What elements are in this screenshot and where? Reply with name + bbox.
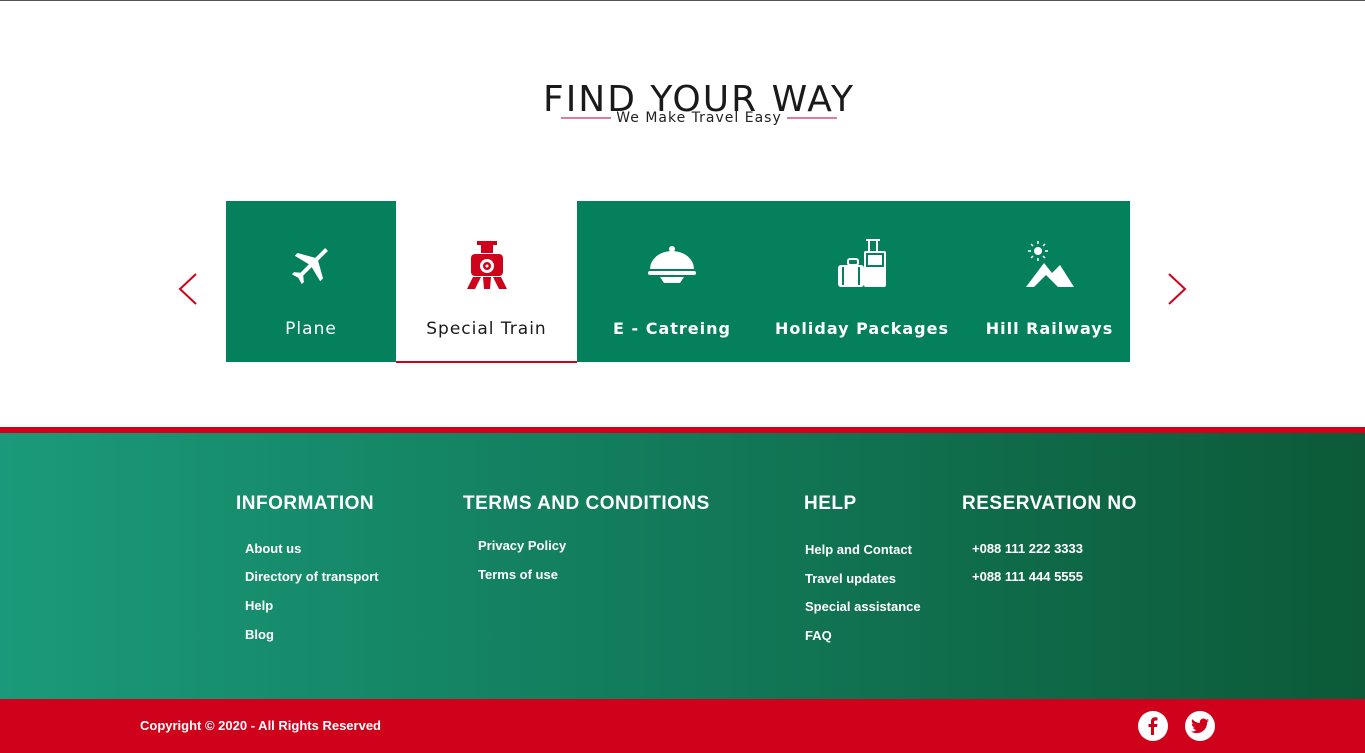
- page-subtitle: We Make Travel Easy: [616, 110, 782, 126]
- subtitle-row: We Make Travel Easy: [561, 108, 837, 128]
- footer-link-faq[interactable]: FAQ: [805, 628, 832, 643]
- food-cloche-icon: [648, 246, 696, 283]
- footer-heading: RESERVATION NO: [962, 493, 1137, 514]
- footer-heading: HELP: [804, 493, 857, 514]
- top-border: [0, 0, 1365, 1]
- footer-heading: TERMS AND CONDITIONS: [463, 493, 710, 514]
- footer-phone-number[interactable]: +088 111 444 5555: [972, 569, 1083, 584]
- footer-help-column: HELP Help and Contact Travel updates Spe…: [804, 493, 921, 643]
- footer-link-directory[interactable]: Directory of transport: [245, 569, 379, 584]
- facebook-button[interactable]: [1138, 711, 1168, 741]
- service-card-e-catreing[interactable]: E - Catreing: [577, 201, 767, 362]
- site-footer: INFORMATION About us Directory of transp…: [0, 427, 1365, 705]
- copyright-bar: Copyright © 2020 - All Rights Reserved: [0, 699, 1365, 753]
- footer-heading: INFORMATION: [236, 493, 375, 514]
- footer-link-blog[interactable]: Blog: [245, 627, 274, 642]
- service-card-special-train[interactable]: Special Train: [396, 201, 577, 363]
- footer-phone-number[interactable]: +088 111 222 3333: [972, 541, 1083, 556]
- service-card-plane[interactable]: Plane: [226, 201, 396, 362]
- carousel-prev-button[interactable]: [174, 270, 204, 310]
- service-label: E - Catreing: [613, 319, 731, 338]
- footer-link-help[interactable]: Help: [245, 598, 273, 613]
- copyright-text: Copyright © 2020 - All Rights Reserved: [140, 718, 381, 733]
- service-card-hill-railways[interactable]: Hill Railways: [957, 201, 1142, 362]
- subtitle-divider-left: [561, 117, 611, 119]
- chevron-right-icon: [1168, 273, 1187, 305]
- airplane-icon: [291, 248, 328, 285]
- train-icon: [466, 241, 507, 289]
- footer-link-special-assistance[interactable]: Special assistance: [805, 599, 921, 614]
- service-card-holiday-packages[interactable]: Holiday Packages: [767, 201, 957, 362]
- footer-reservation-column: RESERVATION NO +088 111 222 3333 +088 11…: [962, 493, 1137, 584]
- service-label: Plane: [285, 319, 337, 339]
- footer-link-travel-updates[interactable]: Travel updates: [805, 571, 896, 586]
- twitter-icon: [1191, 718, 1209, 734]
- twitter-button[interactable]: [1185, 711, 1215, 741]
- footer-link-about-us[interactable]: About us: [245, 541, 301, 556]
- footer-link-help-contact[interactable]: Help and Contact: [805, 542, 912, 557]
- footer-link-privacy-policy[interactable]: Privacy Policy: [478, 538, 566, 553]
- service-label: Special Train: [426, 319, 547, 339]
- subtitle-divider-right: [787, 117, 837, 119]
- chevron-left-icon: [178, 273, 197, 305]
- facebook-icon: [1148, 717, 1158, 735]
- services-carousel: Plane Special Train E - Catreing Holiday…: [226, 201, 1130, 363]
- footer-information-column: INFORMATION About us Directory of transp…: [236, 493, 379, 642]
- footer-terms-column: TERMS AND CONDITIONS Privacy Policy Term…: [463, 493, 710, 582]
- carousel-next-button[interactable]: [1161, 270, 1191, 310]
- service-label: Holiday Packages: [775, 319, 949, 338]
- footer-link-terms-of-use[interactable]: Terms of use: [478, 567, 558, 582]
- mountain-icon: [1025, 241, 1074, 287]
- service-label: Hill Railways: [985, 319, 1114, 338]
- luggage-icon: [838, 239, 886, 287]
